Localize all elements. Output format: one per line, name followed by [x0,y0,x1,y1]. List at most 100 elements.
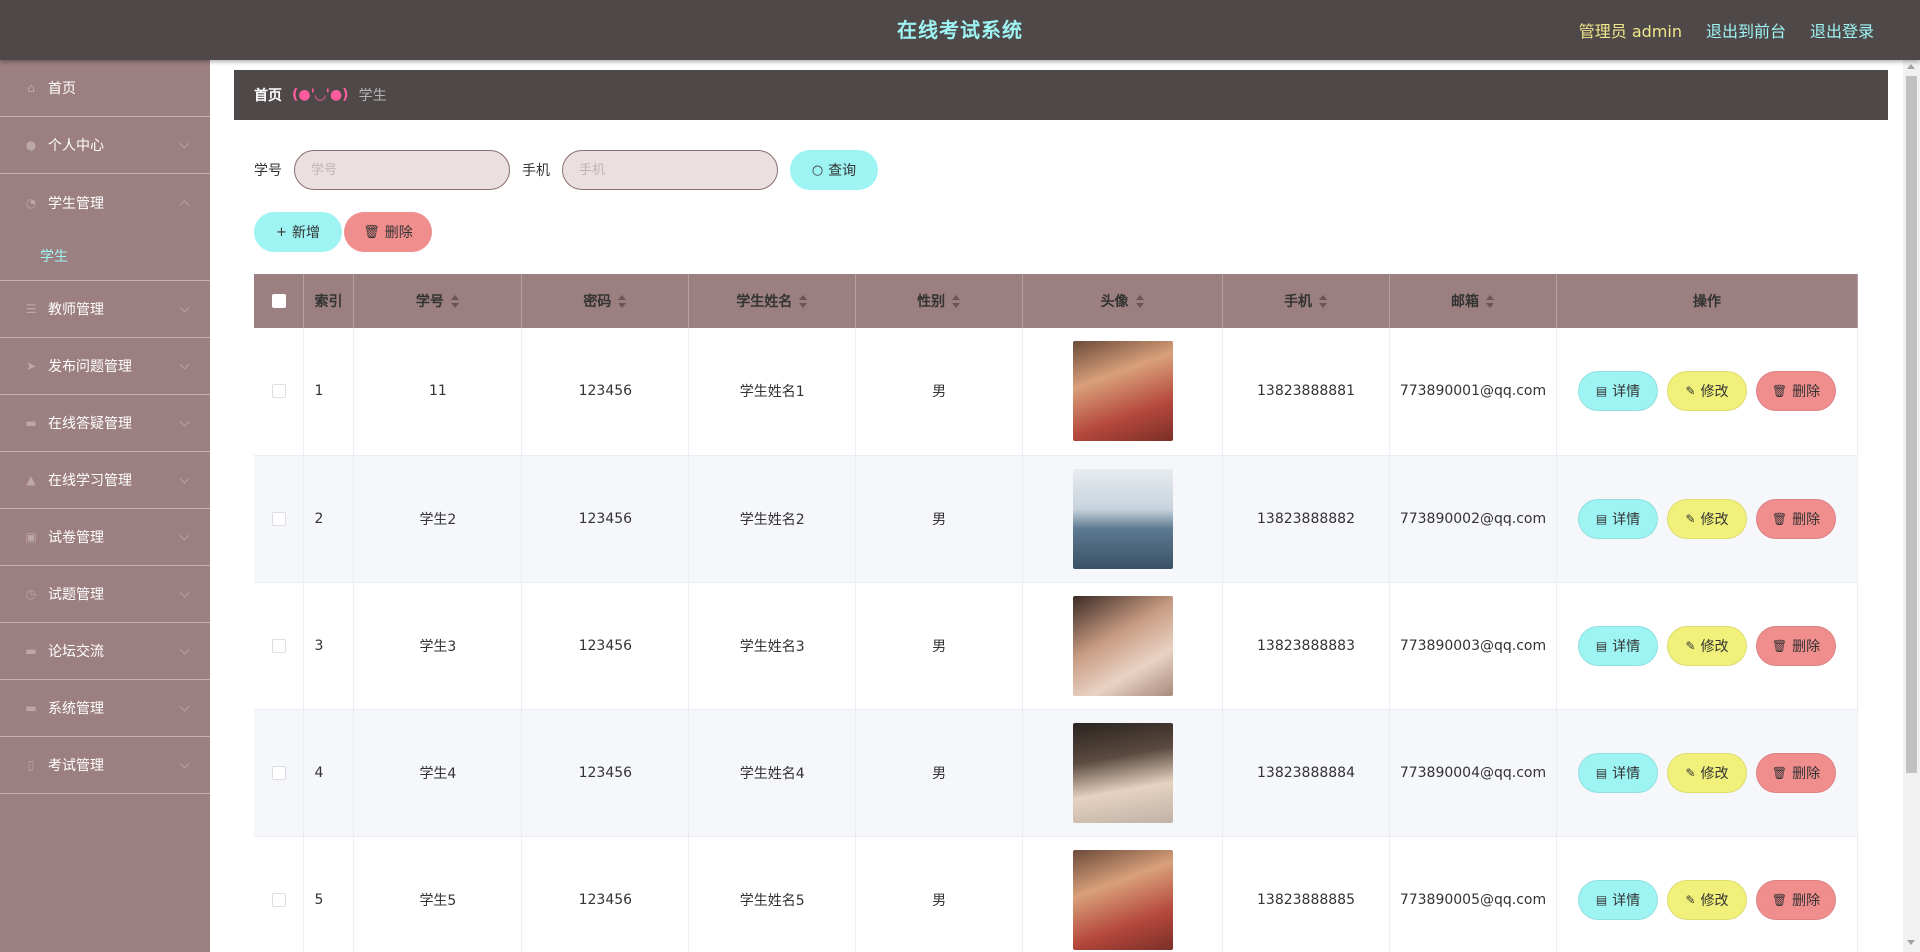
batch-delete-button[interactable]: 🗑 删除 [344,212,432,252]
pencil-icon: ✎ [1685,638,1696,653]
detail-button[interactable]: ▤ 详情 [1577,625,1658,666]
phone-input[interactable] [562,150,778,190]
sidebar-subitem-student[interactable]: 学生 [0,231,210,281]
sidebar-item-student-mgmt[interactable]: ◔ 学生管理 [0,174,210,231]
sort-icon[interactable] [1318,295,1328,309]
chevron-down-icon [179,359,190,370]
sidebar-item-teacher-mgmt[interactable]: ☰ 教师管理 [0,281,210,338]
row-checkbox[interactable] [271,892,286,907]
breadcrumb-home[interactable]: 首页 [254,85,282,105]
sidebar-item-profile[interactable]: ● 个人中心 [0,117,210,174]
header-actions: 管理员 admin 退出到前台 退出登录 [1579,0,1874,60]
row-select-cell [254,709,305,837]
row-checkbox[interactable] [271,638,286,653]
sidebar-item-label: 个人中心 [48,138,104,154]
edit-button[interactable]: ✎ 修改 [1666,879,1747,920]
delete-button[interactable]: 🗑 删除 [1755,625,1836,666]
sidebar-item-label: 考试管理 [48,758,104,774]
chevron-down-icon [179,644,190,655]
cell-actions: ▤ 详情 ✎ 修改 🗑 删除 [1556,582,1859,710]
delete-button[interactable]: 🗑 删除 [1755,879,1836,920]
sort-icon[interactable] [798,295,808,309]
sidebar-item-exam-mgmt[interactable]: ▯ 考试管理 [0,737,210,794]
student-table: 索引 学号 密码 学生姓名 性别 头像 手机 邮箱 操作 1 11 123456… [254,274,1859,952]
cell-name: 学生姓名5 [688,836,857,952]
sidebar-item-publish-question[interactable]: ➤ 发布问题管理 [0,338,210,395]
cell-avatar [1022,836,1224,952]
cell-actions: ▤ 详情 ✎ 修改 🗑 删除 [1556,455,1859,583]
query-button-label: 查询 [828,163,857,179]
col-label: 学号 [415,294,444,310]
edit-button[interactable]: ✎ 修改 [1666,752,1747,793]
delete-button[interactable]: 🗑 删除 [1755,371,1836,412]
sort-icon[interactable] [1135,295,1145,309]
back-to-front-link[interactable]: 退出到前台 [1706,18,1786,42]
sidebar-item-home[interactable]: ⌂ 首页 [0,60,210,117]
toolbar: + 新增 🗑 删除 [254,212,432,252]
edit-button[interactable]: ✎ 修改 [1666,371,1747,412]
document-icon: ▤ [1595,384,1608,399]
col-phone[interactable]: 手机 [1222,274,1390,328]
col-student-no[interactable]: 学号 [353,274,523,328]
detail-button[interactable]: ▤ 详情 [1577,752,1658,793]
avatar[interactable] [1072,468,1173,569]
sidebar-item-question-mgmt[interactable]: ◷ 试题管理 [0,566,210,623]
trash-icon: 🗑 [1771,765,1788,780]
scrollbar-thumb[interactable] [1906,76,1917,773]
col-label: 性别 [917,294,946,310]
student-no-input[interactable] [294,150,510,190]
sidebar-item-forum[interactable]: ▬ 论坛交流 [0,623,210,680]
avatar[interactable] [1072,595,1173,696]
cell-email: 773890003@qq.com [1389,582,1557,710]
cell-avatar [1022,455,1224,583]
detail-button[interactable]: ▤ 详情 [1577,879,1658,920]
col-label: 密码 [583,294,612,310]
add-button[interactable]: + 新增 [254,212,342,252]
delete-button[interactable]: 🗑 删除 [1755,498,1836,539]
col-password[interactable]: 密码 [521,274,690,328]
sidebar-item-paper-mgmt[interactable]: ▣ 试卷管理 [0,509,210,566]
delete-button[interactable]: 🗑 删除 [1755,752,1836,793]
chevron-down-icon [179,138,190,149]
sidebar-item-online-study[interactable]: ▲ 在线学习管理 [0,452,210,509]
cell-gender: 男 [855,328,1024,456]
avatar[interactable] [1072,341,1173,442]
col-gender[interactable]: 性别 [855,274,1024,328]
delete-button-label: 删除 [1792,765,1821,782]
pencil-icon: ✎ [1685,511,1696,526]
sort-icon[interactable] [450,295,460,309]
sidebar-item-online-qa[interactable]: ▬ 在线答疑管理 [0,395,210,452]
edit-button[interactable]: ✎ 修改 [1666,498,1747,539]
detail-button[interactable]: ▤ 详情 [1577,371,1658,412]
sort-icon[interactable] [951,295,961,309]
row-checkbox[interactable] [271,765,286,780]
cell-email: 773890002@qq.com [1389,455,1557,583]
cell-avatar [1022,328,1224,456]
col-email[interactable]: 邮箱 [1389,274,1557,328]
col-name[interactable]: 学生姓名 [688,274,857,328]
avatar[interactable] [1072,722,1173,823]
edit-button[interactable]: ✎ 修改 [1666,625,1747,666]
col-avatar[interactable]: 头像 [1022,274,1224,328]
sidebar-item-system-mgmt[interactable]: ▬ 系统管理 [0,680,210,737]
chat-icon: ▬ [25,416,37,430]
row-checkbox[interactable] [271,384,286,399]
cell-student-no: 11 [353,328,523,456]
logout-link[interactable]: 退出登录 [1810,18,1874,42]
detail-button-label: 详情 [1612,511,1641,528]
search-form: 学号 手机 ○ 查询 [254,150,878,190]
scroll-down-icon[interactable] [1907,940,1915,945]
sort-icon[interactable] [617,295,627,309]
cell-phone: 13823888881 [1222,328,1390,456]
scroll-up-icon[interactable] [1907,64,1915,69]
delete-button-label: 删除 [1792,384,1821,401]
row-checkbox[interactable] [271,511,286,526]
admin-label: 管理员 admin [1578,22,1682,41]
detail-button[interactable]: ▤ 详情 [1577,498,1658,539]
avatar[interactable] [1072,849,1173,950]
sort-icon[interactable] [1485,295,1495,309]
select-all-checkbox[interactable] [271,294,286,308]
sidebar-item-label: 教师管理 [48,302,104,318]
student-no-label: 学号 [254,163,282,179]
query-button[interactable]: ○ 查询 [790,150,878,190]
